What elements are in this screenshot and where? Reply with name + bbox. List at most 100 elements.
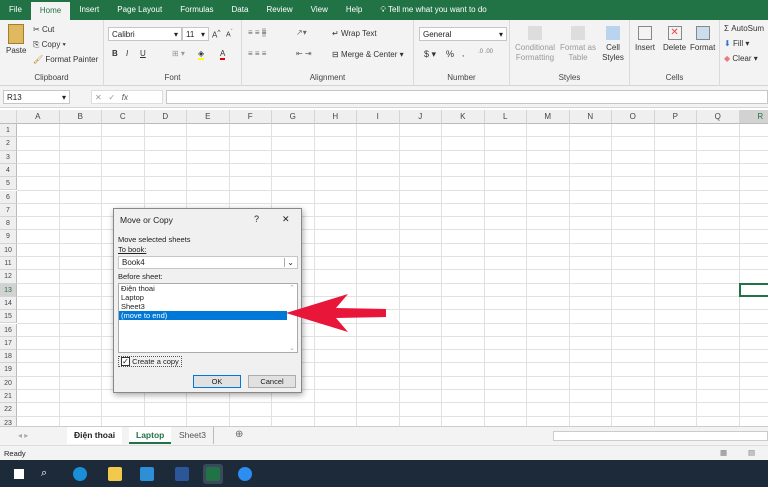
- column-header-L[interactable]: L: [484, 110, 527, 124]
- row-header-23[interactable]: 23: [0, 416, 17, 426]
- align-left-icon[interactable]: ≡ ≡ ≡: [248, 49, 266, 58]
- sheet-list-item[interactable]: Sheet3: [119, 302, 297, 311]
- column-header-N[interactable]: N: [569, 110, 612, 124]
- font-color-button[interactable]: A: [220, 49, 226, 60]
- fill-button[interactable]: ⬇ Fill ▾: [724, 39, 749, 48]
- zalo-icon[interactable]: [235, 464, 255, 484]
- comma-button[interactable]: ,: [462, 49, 464, 58]
- clear-button[interactable]: ◆ Clear ▾: [724, 54, 758, 63]
- row-header-18[interactable]: 18: [0, 350, 17, 364]
- column-header-J[interactable]: J: [399, 110, 442, 124]
- sheet-list-item[interactable]: (move to end): [119, 311, 287, 320]
- column-header-H[interactable]: H: [314, 110, 357, 124]
- column-header-B[interactable]: B: [59, 110, 102, 124]
- tell-me-search[interactable]: 💡︎ Tell me what you want to do: [371, 0, 495, 20]
- normal-view-icon[interactable]: ▦: [720, 448, 727, 457]
- sheet-tab[interactable]: Điện thoai: [67, 427, 123, 444]
- page-layout-icon[interactable]: ▤: [748, 448, 755, 457]
- align-top-icon[interactable]: ≡ ≡ ≡: [248, 28, 267, 37]
- column-header-G[interactable]: G: [272, 110, 315, 124]
- copy-button[interactable]: ⎘ Copy ▾: [33, 40, 66, 50]
- tab-formulas[interactable]: Formulas: [171, 0, 222, 20]
- tab-data[interactable]: Data: [223, 0, 258, 20]
- tab-review[interactable]: Review: [257, 0, 301, 20]
- row-header-7[interactable]: 7: [0, 203, 17, 218]
- insert-cells-button[interactable]: Insert: [635, 26, 655, 52]
- create-copy-checkbox[interactable]: ✓ Create a copy: [118, 356, 182, 367]
- row-header-15[interactable]: 15: [0, 310, 17, 324]
- indent-icon[interactable]: ⇤ ⇥: [296, 49, 312, 58]
- row-header-13[interactable]: 13: [0, 283, 17, 297]
- delete-cells-button[interactable]: ✕ Delete: [663, 26, 686, 52]
- column-header-O[interactable]: O: [612, 110, 655, 124]
- column-header-F[interactable]: F: [229, 110, 272, 124]
- number-format-select[interactable]: General ▾: [419, 27, 507, 41]
- bold-button[interactable]: B: [112, 49, 118, 58]
- cell-styles-button[interactable]: Cell Styles: [598, 26, 628, 63]
- to-book-select[interactable]: Book4 ⌄: [118, 256, 298, 269]
- formula-input[interactable]: [166, 90, 768, 104]
- close-button[interactable]: ✕: [282, 214, 290, 225]
- row-header-4[interactable]: 4: [0, 163, 17, 178]
- column-header-Q[interactable]: Q: [697, 110, 740, 124]
- cancel-button[interactable]: Cancel: [248, 375, 296, 388]
- tab-view[interactable]: View: [302, 0, 337, 20]
- store-icon[interactable]: [137, 464, 157, 484]
- column-header-C[interactable]: C: [102, 110, 145, 124]
- column-header-R[interactable]: R: [739, 110, 768, 124]
- percent-button[interactable]: %: [446, 49, 454, 59]
- row-header-10[interactable]: 10: [0, 243, 17, 257]
- sheet-tab[interactable]: Sheet3: [172, 427, 214, 444]
- search-icon[interactable]: ⌕: [38, 464, 58, 484]
- row-header-5[interactable]: 5: [0, 177, 17, 191]
- tab-file[interactable]: File: [0, 0, 31, 20]
- cut-button[interactable]: ✂ Cut: [33, 25, 54, 34]
- row-header-9[interactable]: 9: [0, 230, 17, 244]
- paste-button[interactable]: Paste: [6, 24, 26, 55]
- wrap-text-button[interactable]: ↵ Wrap Text: [332, 29, 377, 38]
- scroll-down-icon[interactable]: ⌄: [289, 344, 295, 352]
- font-size-select[interactable]: 11 ▾: [182, 27, 209, 41]
- format-cells-button[interactable]: Format: [690, 26, 715, 52]
- column-header-P[interactable]: P: [654, 110, 697, 124]
- ok-button[interactable]: OK: [193, 375, 241, 388]
- sheet-tab[interactable]: Laptop: [129, 427, 172, 444]
- row-header-2[interactable]: 2: [0, 137, 17, 151]
- row-header-16[interactable]: 16: [0, 323, 17, 337]
- row-header-21[interactable]: 21: [0, 390, 17, 404]
- edge-icon[interactable]: [70, 464, 90, 484]
- select-all-corner[interactable]: [0, 110, 17, 124]
- row-header-20[interactable]: 20: [0, 376, 17, 390]
- conditional-formatting-button[interactable]: Conditional Formatting: [514, 26, 556, 63]
- row-header-17[interactable]: 17: [0, 336, 17, 351]
- enter-icon[interactable]: ✓: [108, 93, 115, 102]
- font-name-select[interactable]: Calibri ▾: [108, 27, 182, 41]
- sheet-list-item[interactable]: Điện thoai: [119, 284, 297, 293]
- row-header-12[interactable]: 12: [0, 270, 17, 284]
- windows-start-icon[interactable]: [9, 464, 29, 484]
- row-header-11[interactable]: 11: [0, 257, 17, 271]
- scroll-up-icon[interactable]: ⌃: [289, 284, 295, 292]
- underline-button[interactable]: U: [140, 49, 146, 58]
- row-header-22[interactable]: 22: [0, 403, 17, 417]
- sheet-nav-arrows[interactable]: ◂ ▸: [18, 431, 28, 440]
- grow-font-button[interactable]: A^: [212, 29, 220, 40]
- column-header-E[interactable]: E: [187, 110, 230, 124]
- column-header-D[interactable]: D: [144, 110, 187, 124]
- row-header-1[interactable]: 1: [0, 124, 17, 138]
- word-icon[interactable]: [172, 464, 192, 484]
- fill-color-button[interactable]: ◈: [198, 49, 205, 60]
- column-header-K[interactable]: K: [442, 110, 485, 124]
- autosum-button[interactable]: Σ AutoSum: [724, 24, 764, 33]
- selected-cell[interactable]: [738, 282, 768, 297]
- column-header-M[interactable]: M: [527, 110, 570, 124]
- tab-help[interactable]: Help: [337, 0, 371, 20]
- excel-icon[interactable]: [203, 464, 223, 484]
- shrink-font-button[interactable]: Aˇ: [226, 29, 233, 38]
- merge-center-button[interactable]: ⊟ Merge & Center ▾: [332, 50, 404, 59]
- currency-button[interactable]: $ ▾: [424, 49, 436, 60]
- row-header-8[interactable]: 8: [0, 217, 17, 231]
- orientation-icon[interactable]: ↗▾: [296, 28, 307, 37]
- name-box[interactable]: R13 ▾: [3, 90, 70, 104]
- row-header-19[interactable]: 19: [0, 363, 17, 377]
